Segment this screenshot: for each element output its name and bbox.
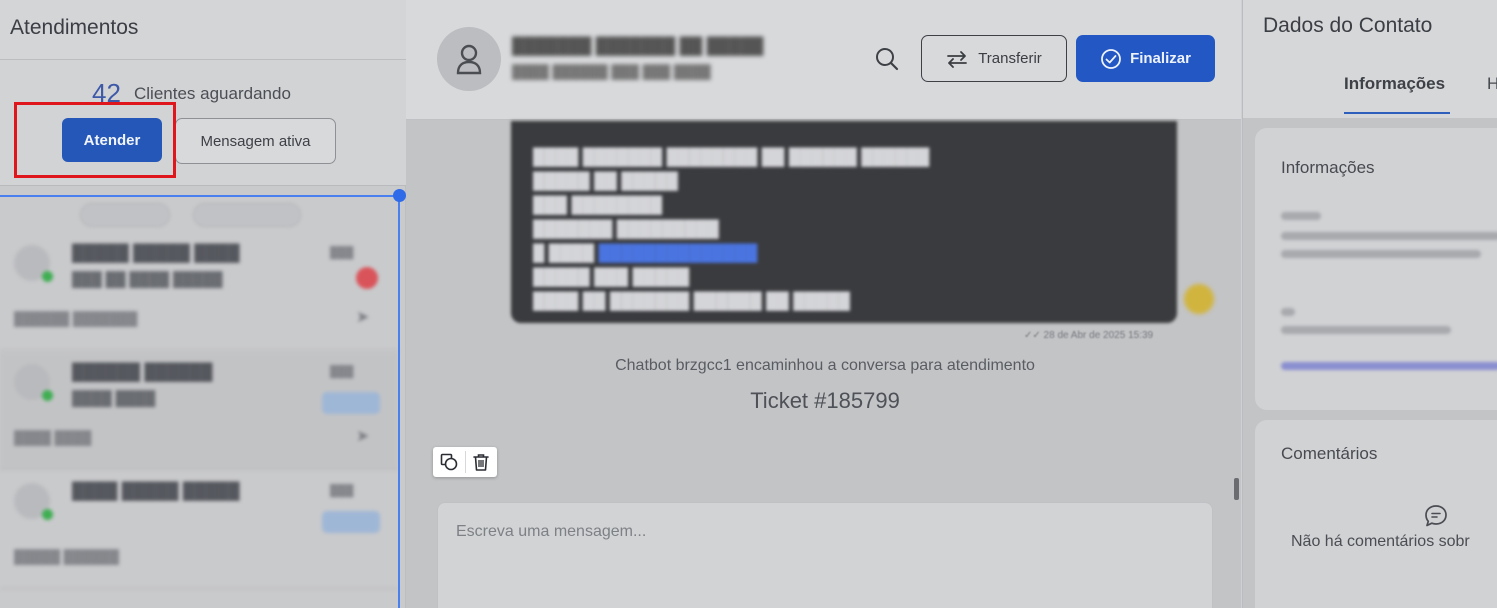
active-tab-indicator: [1344, 112, 1450, 114]
search-icon[interactable]: [874, 46, 900, 77]
comment-icon: [1423, 504, 1449, 533]
trash-icon[interactable]: [465, 447, 497, 477]
contact-details-title: Dados do Contato: [1263, 14, 1433, 37]
highlight-box: [14, 102, 176, 178]
comments-card: Comentários: [1255, 420, 1497, 608]
scrollbar-thumb[interactable]: [1234, 478, 1239, 500]
tab-informacoes[interactable]: Informações: [1344, 74, 1445, 94]
ticket-number: Ticket #185799: [750, 388, 900, 413]
attendances-title: Atendimentos: [10, 16, 139, 39]
info-card: Informações: [1255, 128, 1497, 410]
reaction-emoji-icon[interactable]: [1184, 284, 1214, 314]
system-message: Chatbot brzgcc1 encaminhou a conversa pa…: [615, 357, 1035, 374]
message-bubble: ████ ███████ ████████ ██ ██████ ██████ █…: [511, 121, 1177, 323]
message-composer: [437, 502, 1213, 608]
chat-header: ███████ ███████ ██ █████ ████ ██████ ███…: [406, 0, 1241, 120]
check-circle-icon: [1101, 48, 1121, 69]
finish-label: Finalizar: [1130, 50, 1191, 67]
message-time: ✓✓ 28 de Abr de 2025 15:39: [1024, 330, 1154, 341]
transfer-label: Transferir: [978, 50, 1042, 67]
no-comments-text: Não há comentários sobr: [1291, 533, 1470, 550]
contact-name: ███████ ███████ ██ █████: [512, 38, 764, 55]
contact-subtitle: ████ ██████ ███ ███ ████: [512, 64, 711, 79]
transfer-icon: [947, 50, 968, 68]
attendances-panel: Atendimentos 42 Clientes aguardando Aten…: [0, 0, 406, 608]
attendances-header: Atendimentos: [0, 0, 406, 60]
tab-second[interactable]: H: [1487, 74, 1497, 94]
message-input[interactable]: [456, 519, 1156, 545]
duplicate-icon[interactable]: [433, 447, 465, 477]
comments-title: Comentários: [1281, 444, 1378, 463]
selection-toolbar: [433, 447, 497, 477]
selection-handle[interactable]: [393, 189, 406, 202]
user-icon: [437, 27, 501, 91]
active-message-button[interactable]: Mensagem ativa: [175, 118, 336, 164]
finish-button[interactable]: Finalizar: [1076, 35, 1215, 82]
contact-details-panel: Dados do Contato Informações H Informaçõ…: [1242, 0, 1497, 608]
contact-details-header: Dados do Contato Informações H: [1243, 0, 1497, 118]
info-card-title: Informações: [1281, 158, 1375, 177]
chat-panel: ███████ ███████ ██ █████ ████ ██████ ███…: [406, 0, 1241, 608]
transfer-button[interactable]: Transferir: [921, 35, 1067, 82]
selection-frame: [0, 195, 400, 608]
waiting-label: Clientes aguardando: [134, 84, 291, 103]
